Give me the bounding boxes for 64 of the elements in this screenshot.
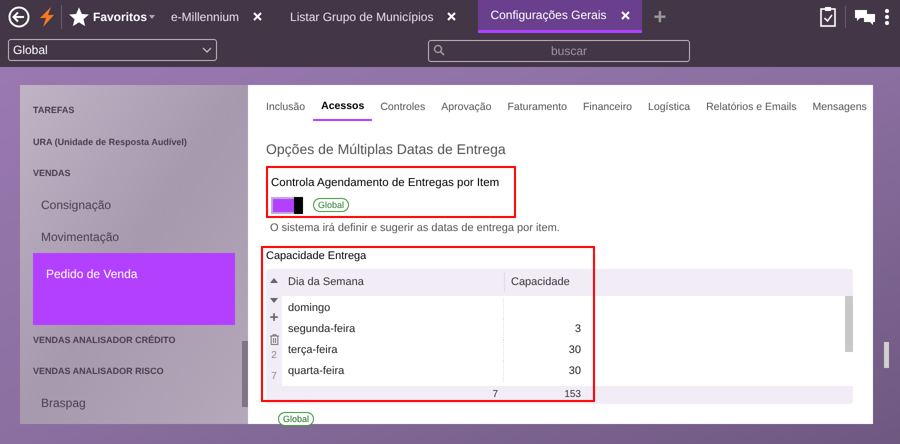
row-count: 2 bbox=[271, 348, 277, 363]
toggle-switch[interactable] bbox=[271, 196, 303, 214]
sidebar-header[interactable]: VENDAS bbox=[20, 158, 241, 190]
search-icon bbox=[433, 44, 445, 56]
table-cell: terça-feira bbox=[282, 340, 504, 361]
chat-icon[interactable] bbox=[854, 8, 876, 26]
sidebar-header[interactable]: VENDAS ANALISADOR RISCO bbox=[20, 356, 241, 388]
sort-up-icon[interactable] bbox=[270, 278, 278, 283]
column-header[interactable]: Capacidade bbox=[504, 272, 589, 292]
tab[interactable]: Acessos bbox=[313, 99, 372, 121]
table-cell: domingo bbox=[282, 298, 504, 319]
close-icon[interactable] bbox=[620, 10, 630, 20]
sidebar-item[interactable]: Movimentação bbox=[20, 221, 241, 252]
tab[interactable]: Aprovação bbox=[441, 99, 492, 121]
footer-cell-text: 7 bbox=[491, 388, 498, 402]
grid-label: Capacidade Entrega bbox=[266, 249, 368, 264]
tab[interactable]: Logística bbox=[648, 99, 690, 121]
sidebar-item[interactable]: Pedido de Venda bbox=[33, 252, 235, 324]
column-header[interactable]: Dia da Semana bbox=[282, 274, 504, 290]
table-cell-text: 3 bbox=[574, 322, 582, 337]
back-icon[interactable] bbox=[8, 6, 30, 28]
table-cell: quarta-feira bbox=[282, 360, 504, 382]
sidebar-header[interactable]: URA (Unidade de Resposta Audível) bbox=[20, 126, 241, 158]
logo-icon[interactable] bbox=[38, 6, 54, 26]
sort-down-icon[interactable] bbox=[270, 298, 278, 303]
sidebar-item[interactable]: Consignação bbox=[20, 190, 241, 221]
setting-description: O sistema irá definir e sugerir as datas de entrega por item. bbox=[270, 220, 561, 236]
tab[interactable]: Inclusão bbox=[266, 99, 306, 121]
add-row-button[interactable]: + bbox=[270, 308, 278, 328]
setting-label: Controla Agendamento de Entregas por Item bbox=[271, 176, 500, 191]
sidebar-header[interactable]: TAREFAS bbox=[20, 95, 241, 126]
table-cell-text: 30 bbox=[568, 364, 582, 379]
sidebar-header[interactable]: VENDAS ANALISADOR CRÉDITO bbox=[20, 324, 241, 356]
scope-dropdown[interactable]: Global bbox=[8, 39, 217, 61]
table-cell-text: 30 bbox=[568, 343, 582, 358]
tab[interactable]: Faturamento bbox=[507, 99, 567, 121]
browser-tab[interactable]: Configurações Gerais bbox=[478, 0, 642, 33]
scope-tag: Global bbox=[278, 412, 314, 426]
trash-icon[interactable] bbox=[270, 334, 278, 345]
footer-count: 7 bbox=[271, 370, 277, 384]
scrollbar-thumb[interactable] bbox=[242, 341, 248, 407]
scrollbar-thumb[interactable] bbox=[884, 342, 889, 368]
sidebar-item[interactable]: Braspag bbox=[20, 388, 241, 419]
close-icon[interactable] bbox=[253, 12, 262, 21]
footer-cell-text: 153 bbox=[563, 388, 582, 402]
tab[interactable]: Mensagens bbox=[812, 99, 867, 121]
section-title: Opções de Múltiplas Datas de Entrega bbox=[266, 140, 507, 159]
browser-tab[interactable]: e-Millennium bbox=[159, 0, 274, 33]
clipboard-check-icon[interactable] bbox=[819, 6, 837, 28]
tab[interactable]: Financeiro bbox=[583, 99, 632, 121]
favorites-menu[interactable]: Favoritos bbox=[93, 8, 156, 26]
close-icon[interactable] bbox=[447, 12, 456, 21]
scope-tag: Global bbox=[313, 198, 350, 212]
table-cell: segunda-feira bbox=[282, 318, 504, 340]
caret-icon bbox=[149, 14, 156, 18]
more-icon[interactable] bbox=[884, 8, 890, 26]
browser-tab[interactable]: Listar Grupo de Municípios bbox=[278, 0, 468, 33]
star-icon[interactable] bbox=[68, 6, 90, 28]
tab[interactable]: Controles bbox=[380, 99, 426, 121]
chevron-down-icon bbox=[202, 47, 212, 53]
add-tab-button[interactable]: + bbox=[654, 0, 666, 33]
scrollbar-thumb[interactable] bbox=[845, 296, 853, 352]
tab[interactable]: Relatórios e Emails bbox=[706, 99, 797, 121]
search-field[interactable]: buscar bbox=[428, 40, 690, 62]
